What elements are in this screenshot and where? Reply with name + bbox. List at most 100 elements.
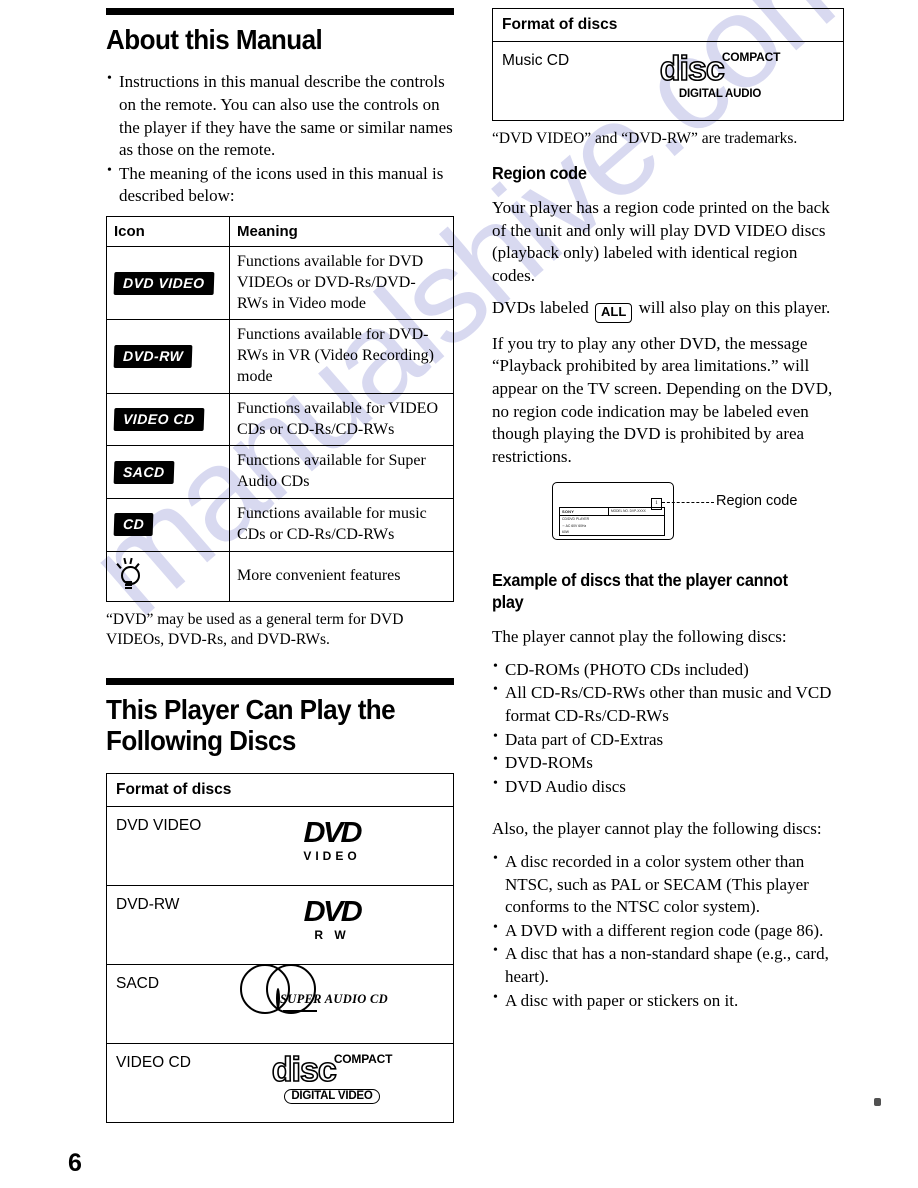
format-of-discs-table-left: Format of discs DVD VIDEO DVD VIDEO DVD-… bbox=[106, 772, 454, 1123]
sacd-badge-cell: SACD bbox=[106, 445, 230, 499]
meaning-cell: Functions available for music CDs or CD-… bbox=[229, 497, 454, 552]
also-cannot-play-list: A disc recorded in a color system other … bbox=[492, 850, 844, 1013]
rear-panel-illustration: 1 SONY MODEL NO. DVP-XXXX CD/DVD PLAYER … bbox=[552, 482, 674, 541]
dvd-rw-logo-icon: DVD R W bbox=[304, 898, 363, 943]
page-number: 6 bbox=[68, 1149, 82, 1177]
also-cannot-play-intro: Also, the player cannot play the followi… bbox=[492, 819, 822, 839]
meaning-cell: Functions available for DVD VIDEOs or DV… bbox=[229, 246, 454, 321]
region-paragraph-2: DVDs labeled ALL will also play on this … bbox=[492, 297, 844, 323]
format-name: DVD-RW bbox=[116, 895, 180, 913]
video-cd-badge-cell: VIDEO CD bbox=[106, 392, 230, 447]
dvd-video-icon: DVD VIDEO bbox=[113, 271, 214, 295]
region-text-after-icon: will also play on this player. bbox=[638, 298, 831, 318]
dvd-logo-word: DVD bbox=[303, 817, 363, 850]
cd-logo-sub: DIGITAL VIDEO bbox=[284, 1088, 380, 1104]
list-item: Data part of CD-Extras bbox=[492, 728, 844, 752]
page-title: About this Manual bbox=[106, 24, 323, 55]
table-row: DVD-RW Functions available for DVD-RWs i… bbox=[106, 319, 454, 394]
intro-bullet-list: Instructions in this manual describe the… bbox=[106, 70, 454, 208]
list-item: DVD Audio discs bbox=[492, 775, 844, 799]
list-item: A disc with paper or stickers on it. bbox=[492, 989, 844, 1013]
list-item: Instructions in this manual describe the… bbox=[106, 70, 454, 161]
table-row: DVD-RW DVD R W bbox=[106, 884, 454, 965]
column-header-meaning: Meaning bbox=[229, 216, 454, 248]
format-name: SACD bbox=[116, 974, 160, 992]
table-row: SACD Functions available for Super Audio… bbox=[106, 445, 454, 499]
table-header-row: Icon Meaning bbox=[106, 216, 454, 248]
manual-page: manualshive.com About this Manual Instru… bbox=[0, 0, 918, 1188]
right-column: Format of discs Music CD disc COMPACT DI bbox=[492, 8, 844, 1020]
section-title-playable-discs: This Player Can Play the Following Discs bbox=[106, 693, 396, 757]
meaning-cell: Functions available for VIDEO CDs or CD-… bbox=[229, 392, 454, 447]
list-item: The meaning of the icons used in this ma… bbox=[106, 162, 454, 208]
format-cell-music-cd: Music CD disc COMPACT DIGITAL AUDIO bbox=[492, 41, 844, 121]
table-row: CD Functions available for music CDs or … bbox=[106, 497, 454, 552]
cd-icon: CD bbox=[113, 513, 154, 537]
format-name: Music CD bbox=[502, 52, 570, 69]
all-region-icon: ALL bbox=[595, 303, 633, 323]
scan-artifact bbox=[874, 1098, 881, 1106]
region-paragraph-3: If you try to play any other DVD, the me… bbox=[492, 333, 833, 466]
callout-leader-line bbox=[662, 502, 714, 504]
format-name: VIDEO CD bbox=[116, 1053, 191, 1071]
list-item: A disc recorded in a color system other … bbox=[492, 850, 844, 919]
table-row: More convenient features bbox=[106, 550, 454, 602]
compact-disc-logo-icon: disc COMPACT DIGITAL AUDIO bbox=[659, 49, 781, 102]
video-cd-icon: VIDEO CD bbox=[113, 408, 205, 432]
heading-rule bbox=[106, 8, 454, 15]
list-item: A DVD with a different region code (page… bbox=[492, 919, 844, 943]
left-column: About this Manual Instructions in this m… bbox=[106, 8, 454, 1123]
table-row: VIDEO CD Functions available for VIDEO C… bbox=[106, 392, 454, 447]
sacd-icon: SACD bbox=[113, 460, 175, 484]
table-row: DVD VIDEO Functions available for DVD VI… bbox=[106, 246, 454, 321]
tip-bulb-cell bbox=[106, 550, 230, 602]
table-row: VIDEO CD disc COMPACT DIGITAL VIDEO bbox=[106, 1042, 454, 1123]
icon-meaning-table: Icon Meaning DVD VIDEO Functions availab… bbox=[106, 216, 454, 602]
cannot-play-list: CD-ROMs (PHOTO CDs included) All CD-Rs/C… bbox=[492, 658, 844, 799]
list-item: All CD-Rs/CD-RWs other than music and VC… bbox=[492, 681, 844, 727]
dvd-rw-icon: DVD-RW bbox=[113, 345, 193, 369]
light-bulb-icon bbox=[114, 557, 144, 591]
table-header-row: Format of discs bbox=[106, 772, 454, 807]
trademark-note: “DVD VIDEO” and “DVD-RW” are trademarks. bbox=[492, 130, 798, 147]
meaning-cell: Functions available for DVD-RWs in VR (V… bbox=[229, 319, 454, 394]
dvd-logo-sub: R W bbox=[314, 928, 350, 943]
column-header-icon: Icon bbox=[106, 216, 230, 248]
model-caption: MODEL NO. bbox=[611, 509, 629, 514]
dvd-general-term-note: “DVD” may be used as a general term for … bbox=[106, 610, 404, 648]
format-cell-sacd: SACD SUPER AUDIO CD bbox=[106, 963, 454, 1044]
format-cell-video-cd: VIDEO CD disc COMPACT DIGITAL VIDEO bbox=[106, 1042, 454, 1123]
dvd-video-logo-icon: DVD VIDEO bbox=[303, 817, 363, 864]
table-row: SACD SUPER AUDIO CD bbox=[106, 963, 454, 1044]
cd-logo-top: COMPACT bbox=[721, 50, 781, 64]
region-code-diagram: 1 SONY MODEL NO. DVP-XXXX CD/DVD PLAYER … bbox=[552, 482, 842, 548]
cd-logo-word: disc bbox=[659, 49, 726, 88]
sony-brand-text: SONY bbox=[560, 508, 609, 516]
region-text-before-icon: DVDs labeled bbox=[492, 298, 589, 318]
sacd-logo-icon: SUPER AUDIO CD bbox=[276, 987, 388, 1012]
section-title-cannot-play: Example of discs that the player cannot … bbox=[492, 570, 788, 613]
format-name: DVD VIDEO bbox=[116, 816, 202, 834]
cannot-play-intro: The player cannot play the following dis… bbox=[492, 627, 787, 647]
dvd-video-badge-cell: DVD VIDEO bbox=[106, 246, 230, 321]
dvd-logo-sub: VIDEO bbox=[303, 849, 361, 864]
table-header-row: Format of discs bbox=[492, 8, 844, 42]
list-item: A disc that has a non-standard shape (e.… bbox=[492, 942, 844, 988]
list-item: CD-ROMs (PHOTO CDs included) bbox=[492, 658, 844, 682]
cd-badge-cell: CD bbox=[106, 497, 230, 552]
rating-label: SONY MODEL NO. DVP-XXXX CD/DVD PLAYER ∼ … bbox=[559, 507, 665, 537]
callout-label-region-code: Region code bbox=[716, 493, 798, 510]
meaning-cell: More convenient features bbox=[229, 550, 454, 602]
section-title-region-code: Region code bbox=[492, 163, 587, 184]
column-header-format: Format of discs bbox=[106, 772, 454, 807]
dvd-rw-badge-cell: DVD-RW bbox=[106, 319, 230, 394]
table-row: Music CD disc COMPACT DIGITAL AUDIO bbox=[492, 41, 844, 121]
list-item: DVD-ROMs bbox=[492, 751, 844, 775]
format-of-discs-table-right: Format of discs Music CD disc COMPACT DI bbox=[492, 8, 844, 121]
table-row: DVD VIDEO DVD VIDEO bbox=[106, 805, 454, 886]
format-cell-dvd-video: DVD VIDEO DVD VIDEO bbox=[106, 805, 454, 886]
cd-logo-top: COMPACT bbox=[333, 1051, 393, 1066]
meaning-cell: Functions available for Super Audio CDs bbox=[229, 445, 454, 499]
model-value: DVP-XXXX bbox=[629, 509, 646, 514]
cd-logo-word: disc bbox=[271, 1051, 338, 1090]
